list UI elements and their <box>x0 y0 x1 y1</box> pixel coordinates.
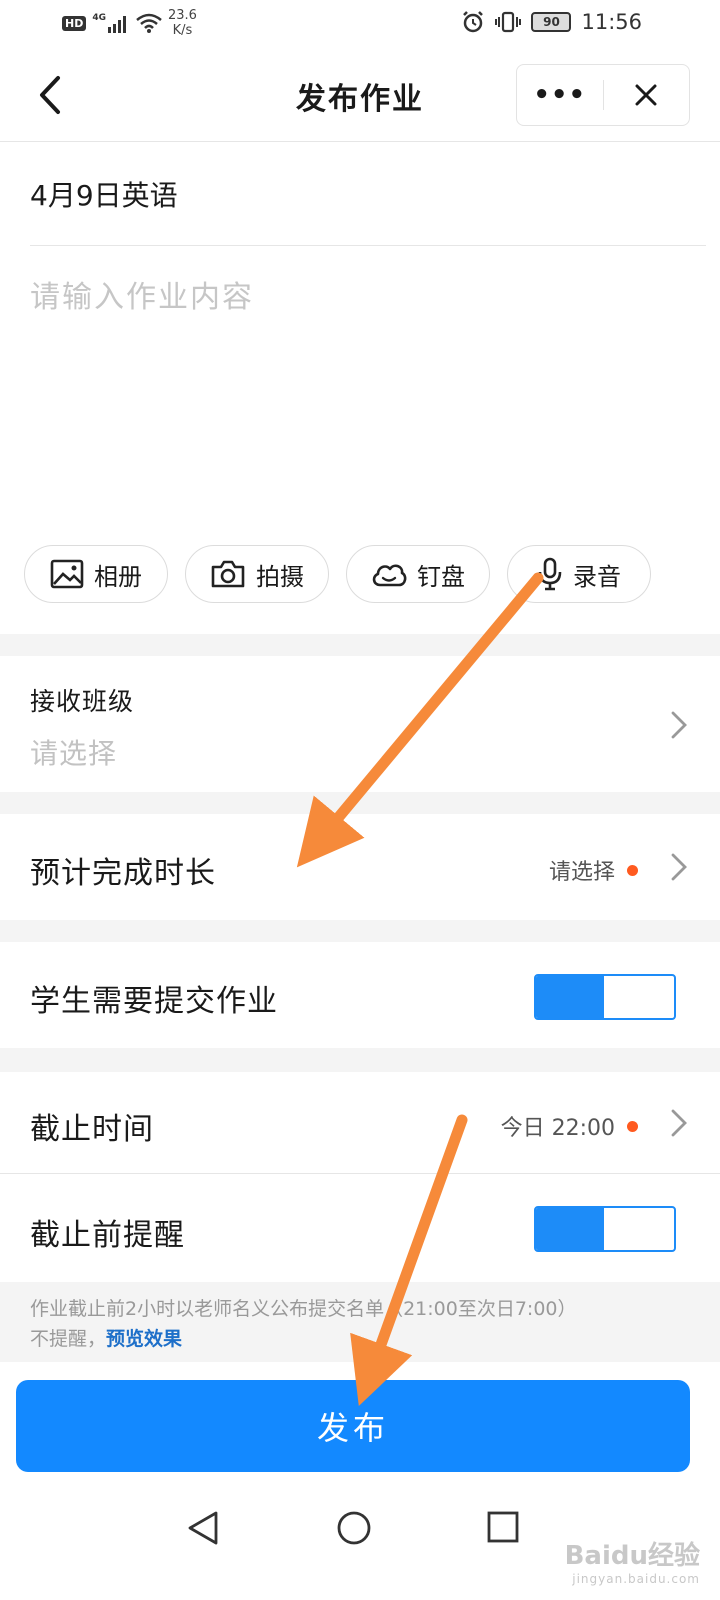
close-icon <box>635 84 657 106</box>
publish-button[interactable]: 发布 <box>16 1380 690 1472</box>
signal-icon: 4G <box>92 13 130 33</box>
mic-icon <box>538 557 562 591</box>
more-button[interactable]: ••• <box>517 65 603 125</box>
receive-class-placeholder: 请选择 <box>30 737 118 770</box>
nav-home-icon[interactable] <box>336 1510 372 1546</box>
record-button[interactable]: 录音 <box>507 545 651 603</box>
receive-class-row[interactable]: 接收班级 请选择 <box>0 656 720 792</box>
required-dot <box>627 1120 638 1132</box>
wifi-icon <box>136 13 162 33</box>
hint-line-1: 作业截止前2小时以老师名义公布提交名单（21:00至次日7:00） <box>30 1298 577 1320</box>
dingpan-button[interactable]: 钉盘 <box>346 545 490 603</box>
album-label: 相册 <box>94 562 142 591</box>
deadline-value: 今日 22:00 <box>501 1110 638 1142</box>
toggle-on-indicator <box>536 1208 604 1250</box>
hd-badge: HD <box>62 15 87 31</box>
submit-required-toggle[interactable] <box>534 974 676 1020</box>
nav-bar: 发布作业 ••• <box>0 48 720 142</box>
nav-recents-icon[interactable] <box>486 1510 520 1544</box>
vibrate-icon <box>495 11 522 33</box>
reminder-row: 截止前提醒 <box>0 1174 720 1282</box>
section-gap <box>0 634 720 656</box>
section-gap <box>0 792 720 814</box>
network-label: 4G <box>92 13 106 23</box>
dingpan-label: 钉盘 <box>417 562 465 591</box>
net-speed: 23.6 K/s <box>168 8 197 38</box>
deadline-row[interactable]: 截止时间 今日 22:00 <box>0 1072 720 1174</box>
homework-title-input[interactable]: 4月9日英语 <box>30 142 706 246</box>
attachment-row: 相册 拍摄 钉盘 录音 <box>24 545 651 603</box>
baidu-watermark: Baidu经验 jingyan.baidu.com <box>564 1541 700 1586</box>
duration-value: 请选择 <box>549 854 638 886</box>
preview-link[interactable]: 预览效果 <box>106 1328 182 1350</box>
receive-class-label: 接收班级 <box>30 687 135 716</box>
homework-content-input[interactable]: 请输入作业内容 <box>0 246 720 536</box>
hint-line-2: 不提醒，预览效果 <box>30 1328 183 1350</box>
reminder-hint: 作业截止前2小时以老师名义公布提交名单（21:00至次日7:00） 不提醒，预览… <box>0 1282 720 1362</box>
more-icon: ••• <box>533 80 587 110</box>
status-bar: HD 4G 23.6 K/s 90 11:56 <box>0 0 720 48</box>
reminder-toggle[interactable] <box>534 1206 676 1252</box>
content-placeholder: 请输入作业内容 <box>30 280 254 315</box>
status-left: HD 4G 23.6 K/s <box>62 8 197 38</box>
clock: 11:56 <box>581 10 642 34</box>
homework-title-value: 4月9日英语 <box>30 178 178 212</box>
required-dot <box>627 864 638 876</box>
cloud-icon <box>372 564 407 587</box>
image-icon <box>50 559 84 589</box>
album-button[interactable]: 相册 <box>24 545 168 603</box>
close-button[interactable] <box>604 65 690 125</box>
chevron-right-icon <box>671 1109 687 1137</box>
battery-icon: 90 <box>531 12 572 32</box>
toggle-on-indicator <box>536 976 604 1018</box>
submit-required-row: 学生需要提交作业 <box>0 942 720 1048</box>
camera-label: 拍摄 <box>256 562 304 591</box>
duration-label: 预计完成时长 <box>30 856 216 891</box>
submit-required-label: 学生需要提交作业 <box>30 984 278 1019</box>
deadline-label: 截止时间 <box>30 1112 154 1147</box>
section-gap <box>0 1048 720 1072</box>
mini-app-capsule: ••• <box>516 64 690 126</box>
nav-back-icon[interactable] <box>186 1510 220 1546</box>
chevron-right-icon <box>671 711 687 739</box>
chevron-right-icon <box>671 853 687 881</box>
record-label: 录音 <box>573 562 621 591</box>
camera-icon <box>211 560 245 588</box>
alarm-icon <box>463 11 484 33</box>
section-gap <box>0 920 720 942</box>
camera-button[interactable]: 拍摄 <box>185 545 329 603</box>
duration-row[interactable]: 预计完成时长 请选择 <box>0 814 720 920</box>
status-right: 90 11:56 <box>461 10 642 34</box>
reminder-label: 截止前提醒 <box>30 1218 185 1253</box>
